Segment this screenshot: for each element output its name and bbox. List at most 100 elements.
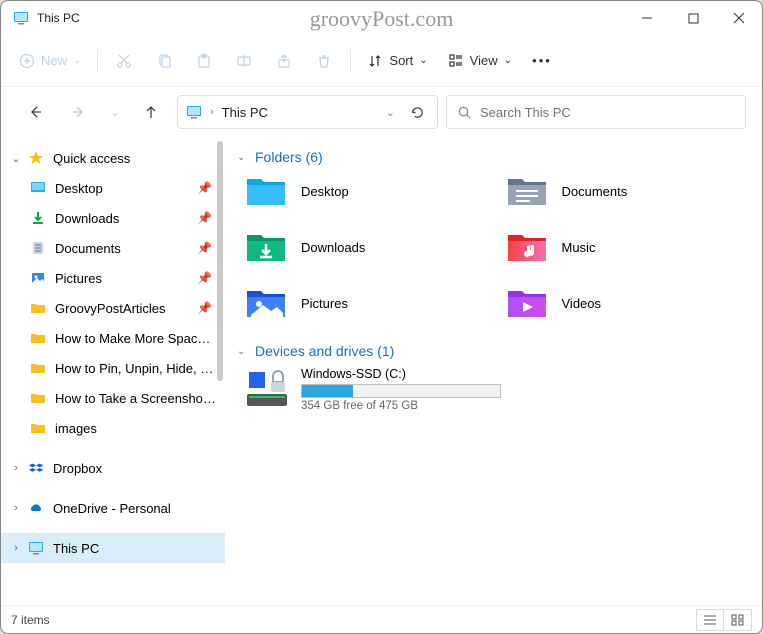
ellipsis-icon: ••• <box>532 53 552 68</box>
sidebar-item-folder[interactable]: GroovyPostArticles 📌 <box>1 293 225 323</box>
folder-icon <box>29 359 47 377</box>
rename-icon <box>236 53 252 69</box>
documents-folder-icon <box>506 173 548 209</box>
back-button[interactable] <box>17 94 53 130</box>
cut-icon <box>115 52 133 70</box>
search-input[interactable] <box>480 105 735 120</box>
folder-videos[interactable]: Videos <box>506 285 757 321</box>
search-box[interactable] <box>446 95 746 129</box>
view-details-button[interactable] <box>696 609 724 631</box>
this-pc-icon <box>27 539 45 557</box>
chevron-down-icon: ⌄ <box>237 346 251 357</box>
videos-folder-icon <box>506 285 548 321</box>
share-button[interactable] <box>266 43 302 79</box>
grid-icon <box>731 614 745 626</box>
sidebar-item-onedrive[interactable]: › OneDrive - Personal <box>1 493 225 523</box>
sidebar-item-desktop[interactable]: Desktop 📌 <box>1 173 225 203</box>
pin-icon: 📌 <box>197 241 213 255</box>
folder-pictures[interactable]: Pictures <box>245 285 496 321</box>
sidebar-scrollbar[interactable] <box>217 141 223 381</box>
arrow-right-icon <box>71 104 87 120</box>
chevron-down-icon: ⌄ <box>237 152 251 163</box>
sort-button[interactable]: Sort ⌄ <box>359 43 435 79</box>
arrow-left-icon <box>27 104 43 120</box>
folder-icon <box>29 419 47 437</box>
pin-icon: 📌 <box>197 301 213 315</box>
sidebar-item-dropbox[interactable]: › Dropbox <box>1 453 225 483</box>
sidebar-item-quick-access[interactable]: ⌄ Quick access <box>1 143 225 173</box>
minimize-button[interactable] <box>624 1 670 35</box>
drive-usage-bar <box>301 384 501 398</box>
music-folder-icon <box>506 229 548 265</box>
pictures-folder-icon <box>245 285 287 321</box>
paste-icon <box>196 53 212 69</box>
divider <box>350 49 351 73</box>
chevron-right-icon: › <box>7 462 25 474</box>
new-button[interactable]: New ⌄ <box>11 43 89 79</box>
copy-button[interactable] <box>146 43 182 79</box>
sidebar-item-folder[interactable]: How to Make More Space Av <box>1 323 225 353</box>
chevron-down-icon: ⌄ <box>110 106 119 119</box>
view-button[interactable]: View ⌄ <box>440 43 520 79</box>
chevron-down-icon[interactable]: ⌄ <box>386 106 395 119</box>
desktop-icon <box>29 179 47 197</box>
sidebar-item-folder[interactable]: How to Take a Screenshot on <box>1 383 225 413</box>
delete-button[interactable] <box>306 43 342 79</box>
address-text: This PC <box>222 105 378 120</box>
pictures-icon <box>29 269 47 287</box>
sidebar-item-documents[interactable]: Documents 📌 <box>1 233 225 263</box>
chevron-down-icon: ⌄ <box>73 55 81 66</box>
this-pc-icon <box>13 10 29 26</box>
folder-desktop[interactable]: Desktop <box>245 173 496 209</box>
star-icon <box>27 149 45 167</box>
sidebar-item-folder[interactable]: How to Pin, Unpin, Hide, and <box>1 353 225 383</box>
drive-subtext: 354 GB free of 475 GB <box>301 400 501 412</box>
desktop-folder-icon <box>245 173 287 209</box>
pin-icon: 📌 <box>197 181 213 195</box>
trash-icon <box>316 53 332 69</box>
copy-icon <box>156 53 172 69</box>
arrow-up-icon <box>143 104 159 120</box>
folder-icon <box>29 299 47 317</box>
this-pc-icon <box>186 104 202 120</box>
folder-icon <box>29 329 47 347</box>
pin-icon: 📌 <box>197 211 213 225</box>
section-drives[interactable]: ⌄ Devices and drives (1) <box>237 343 756 359</box>
paste-button[interactable] <box>186 43 222 79</box>
chevron-right-icon: › <box>7 542 25 554</box>
folder-music[interactable]: Music <box>506 229 757 265</box>
list-icon <box>703 614 717 626</box>
status-text: 7 items <box>11 613 50 627</box>
view-icon <box>448 53 464 69</box>
drive-c[interactable]: Windows-SSD (C:) 354 GB free of 475 GB <box>245 367 756 412</box>
drive-icon <box>245 370 289 410</box>
sidebar-item-pictures[interactable]: Pictures 📌 <box>1 263 225 293</box>
up-button[interactable] <box>133 94 169 130</box>
chevron-down-icon: ⌄ <box>419 55 427 66</box>
cut-button[interactable] <box>106 43 142 79</box>
more-button[interactable]: ••• <box>524 43 560 79</box>
rename-button[interactable] <box>226 43 262 79</box>
close-button[interactable] <box>716 1 762 35</box>
chevron-down-icon: ⌄ <box>504 55 512 66</box>
sidebar-item-folder[interactable]: images <box>1 413 225 443</box>
sidebar-item-downloads[interactable]: Downloads 📌 <box>1 203 225 233</box>
sort-icon <box>367 53 383 69</box>
drive-label: Windows-SSD (C:) <box>301 367 501 381</box>
recent-button[interactable]: ⌄ <box>105 94 125 130</box>
downloads-icon <box>29 209 47 227</box>
plus-circle-icon <box>19 53 35 69</box>
address-bar[interactable]: › This PC ⌄ <box>177 95 438 129</box>
section-folders[interactable]: ⌄ Folders (6) <box>237 149 756 165</box>
folder-downloads[interactable]: Downloads <box>245 229 496 265</box>
documents-icon <box>29 239 47 257</box>
view-tiles-button[interactable] <box>724 609 752 631</box>
folder-icon <box>29 389 47 407</box>
forward-button[interactable] <box>61 94 97 130</box>
folder-documents[interactable]: Documents <box>506 173 757 209</box>
maximize-button[interactable] <box>670 1 716 35</box>
search-icon <box>457 105 472 120</box>
refresh-button[interactable] <box>403 105 431 120</box>
sidebar-item-this-pc[interactable]: › This PC <box>1 533 225 563</box>
share-icon <box>276 53 292 69</box>
